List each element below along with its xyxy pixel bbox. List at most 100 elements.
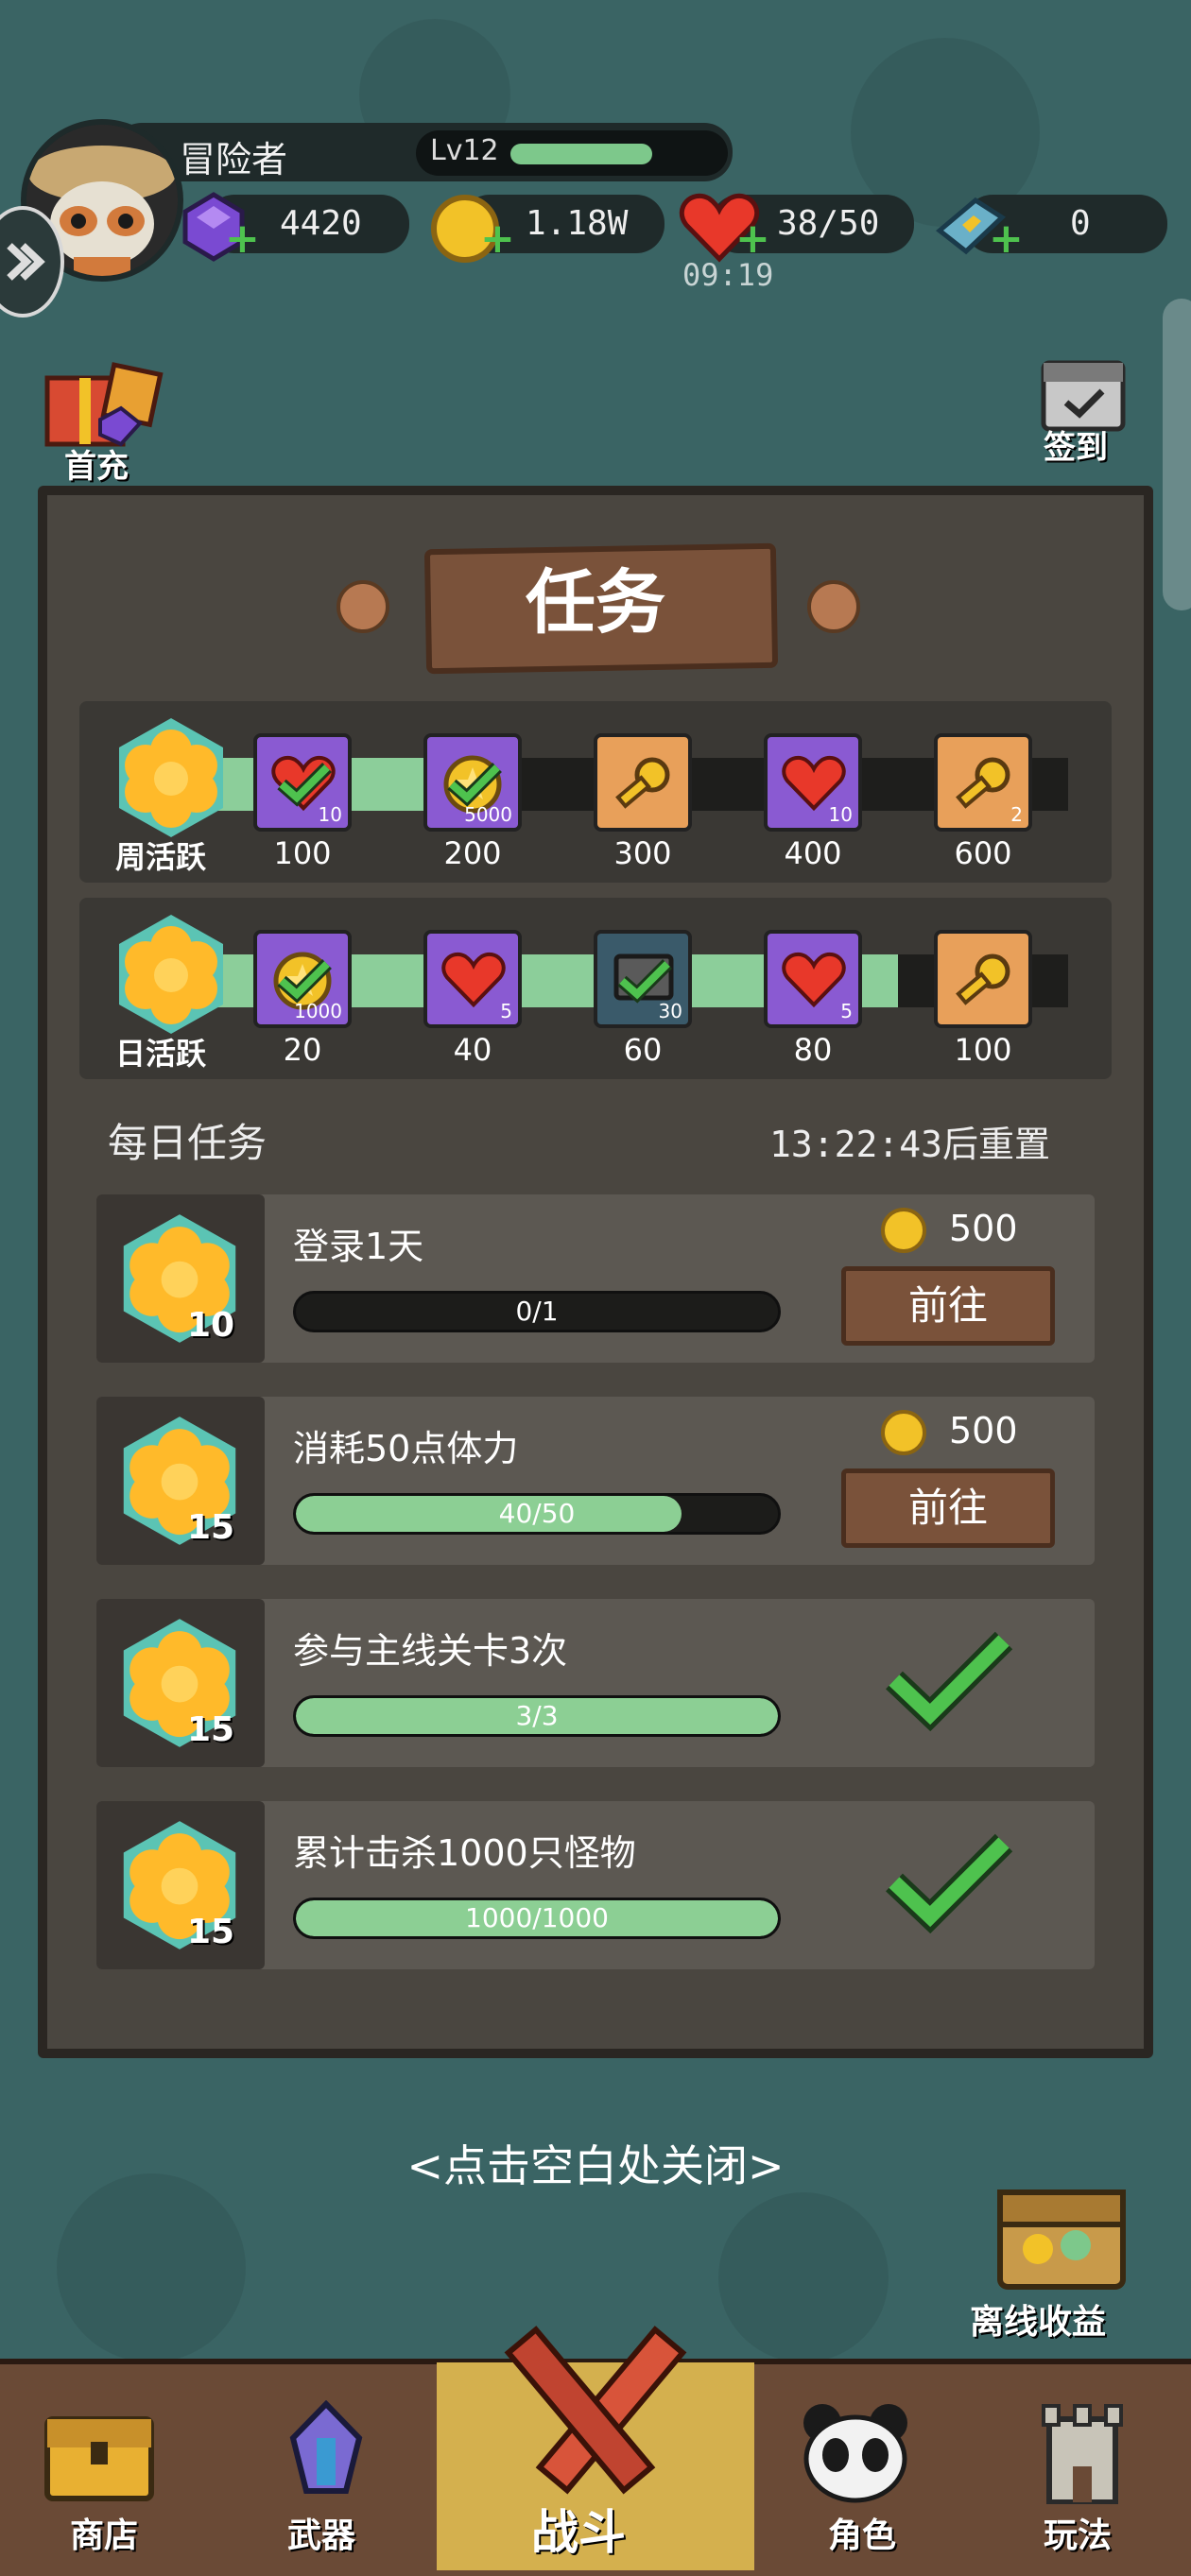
milestone-count: 5 — [840, 1000, 853, 1022]
heart-icon — [781, 949, 847, 1013]
task-points: 15 — [187, 1913, 235, 1951]
task-progress-bar: 40/50 — [293, 1493, 781, 1535]
nav-battle-label: 战斗 — [531, 2505, 626, 2560]
reset-timer: 13:22:43后重置 — [769, 1124, 1051, 1165]
task-points: 10 — [187, 1306, 235, 1345]
task-flower-icon: 15 — [96, 1397, 265, 1565]
milestone-count: 30 — [658, 1000, 682, 1022]
tower-icon — [1042, 2404, 1123, 2505]
key-icon — [951, 752, 1017, 822]
daily-milestone-points: 60 — [623, 1032, 663, 1068]
weekly-milestone-item[interactable]: 10 — [253, 733, 352, 832]
level-progress-bar — [510, 144, 652, 164]
weekly-milestone-item[interactable]: 5000 — [423, 733, 522, 832]
nail-left — [337, 580, 389, 633]
daily-milestone-item[interactable]: 30 — [594, 930, 692, 1028]
weekly-milestone-item[interactable]: 10 — [764, 733, 862, 832]
goto-button[interactable]: 前往 — [841, 1468, 1055, 1548]
daily-milestone-points: 80 — [793, 1032, 833, 1068]
task-flower-icon: 15 — [96, 1599, 265, 1767]
milestone-count: 5000 — [464, 803, 512, 826]
daily-milestone-item[interactable]: 1000 — [253, 930, 352, 1028]
daily-milestone-item[interactable]: 5 — [423, 930, 522, 1028]
bg-paw — [718, 2192, 889, 2362]
task-row: 10 登录1天 0/1 500 前往 — [96, 1194, 1095, 1363]
heart-icon — [440, 949, 507, 1013]
milestone-count: 1000 — [294, 1000, 342, 1022]
gold-value: 1.18W — [526, 204, 629, 243]
key-icon — [611, 752, 677, 822]
task-progress-text: 3/3 — [515, 1700, 559, 1731]
weekly-milestone-points: 200 — [443, 835, 502, 871]
nail-right — [807, 580, 860, 633]
task-progress-text: 1000/1000 — [465, 1902, 609, 1933]
weekly-milestone-points: 400 — [784, 835, 842, 871]
weekly-label: 周活跃 — [115, 839, 207, 875]
first-charge-label: 首充 — [64, 448, 129, 486]
level-text: Lv12 — [430, 134, 499, 167]
task-row: 15 消耗50点体力 40/50 500 前往 — [96, 1397, 1095, 1565]
task-name: 登录1天 — [293, 1226, 424, 1267]
task-progress-bar: 0/1 — [293, 1291, 781, 1332]
daily-milestone-points: 20 — [283, 1032, 322, 1068]
weekly-flower-icon — [110, 716, 233, 839]
stamina-value: 38/50 — [777, 204, 880, 243]
add-gems-button[interactable]: + — [225, 218, 260, 260]
daily-milestone-points: 100 — [954, 1032, 1012, 1068]
reward-coin-icon — [881, 1410, 926, 1455]
crossed-swords-icon — [504, 2326, 687, 2495]
offline-rewards-button[interactable]: 离线收益 — [966, 2155, 1155, 2344]
task-name: 累计击杀1000只怪物 — [293, 1832, 636, 1874]
nav-weapon-label: 武器 — [287, 2516, 356, 2555]
add-gold-button[interactable]: + — [480, 218, 515, 260]
side-tab[interactable] — [1163, 299, 1191, 610]
panda-icon — [803, 2404, 907, 2503]
weekly-milestone-item[interactable]: 2 — [934, 733, 1032, 832]
task-progress-bar: 3/3 — [293, 1695, 781, 1737]
milestone-count: 10 — [318, 803, 342, 826]
add-ticket-button[interactable]: + — [989, 218, 1024, 260]
key-icon — [951, 949, 1017, 1019]
daily-tasks-heading: 每日任务 — [108, 1120, 268, 1166]
weekly-milestone-item[interactable] — [594, 733, 692, 832]
task-reward: 500 — [949, 1208, 1018, 1249]
nav-shop-label: 商店 — [70, 2516, 139, 2555]
task-name: 参与主线关卡3次 — [293, 1630, 568, 1672]
task-name: 消耗50点体力 — [293, 1428, 519, 1469]
task-progress-text: 0/1 — [515, 1296, 559, 1327]
gems-value: 4420 — [280, 204, 362, 243]
daily-label: 日活跃 — [115, 1036, 207, 1072]
task-points: 15 — [187, 1508, 235, 1547]
shop-chest-icon — [44, 2416, 154, 2501]
first-charge-button[interactable]: 首充 — [34, 350, 176, 486]
goto-button[interactable]: 前往 — [841, 1266, 1055, 1346]
checkin-label: 签到 — [1044, 429, 1108, 467]
panel-title: 任务 — [526, 562, 665, 644]
add-stamina-button[interactable]: + — [735, 218, 770, 260]
reward-coin-icon — [881, 1208, 926, 1253]
expand-button[interactable] — [0, 206, 64, 318]
checkin-button[interactable]: 签到 — [1030, 350, 1153, 472]
task-flower-icon: 15 — [96, 1801, 265, 1969]
bg-paw — [57, 2173, 246, 2362]
task-row: 15 累计击杀1000只怪物 1000/1000 — [96, 1801, 1095, 1969]
stamina-timer: 09:19 — [682, 257, 774, 293]
player-name: 冒险者 — [180, 139, 288, 180]
offline-label: 离线收益 — [970, 2303, 1107, 2342]
task-row: 15 参与主线关卡3次 3/3 — [96, 1599, 1095, 1767]
task-done-check-icon — [886, 1631, 1013, 1731]
daily-milestone-item[interactable] — [934, 930, 1032, 1028]
task-reward: 500 — [949, 1410, 1018, 1451]
daily-milestone-item[interactable]: 5 — [764, 930, 862, 1028]
weapon-icon — [289, 2399, 363, 2494]
weekly-milestone-points: 600 — [954, 835, 1012, 871]
task-done-check-icon — [886, 1833, 1013, 1933]
weekly-milestone-points: 100 — [273, 835, 332, 871]
daily-flower-icon — [110, 913, 233, 1036]
task-progress-text: 40/50 — [498, 1498, 576, 1529]
daily-milestone-points: 40 — [453, 1032, 492, 1068]
nav-role-label: 角色 — [828, 2516, 897, 2555]
weekly-milestone-points: 300 — [613, 835, 672, 871]
ticket-value: 0 — [1070, 204, 1091, 243]
task-progress-bar: 1000/1000 — [293, 1898, 781, 1939]
